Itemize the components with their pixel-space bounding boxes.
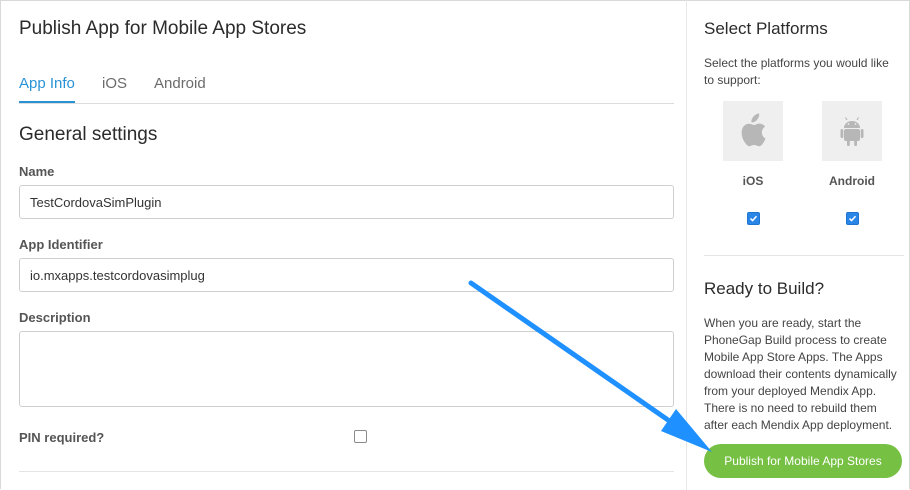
- ios-platform-checkbox[interactable]: [747, 212, 760, 225]
- android-platform-checkbox[interactable]: [846, 212, 859, 225]
- app-identifier-label: App Identifier: [19, 237, 103, 252]
- name-field[interactable]: [19, 185, 674, 219]
- tab-ios[interactable]: iOS: [102, 75, 127, 103]
- panel-separator: [686, 0, 687, 490]
- checkmark-icon: [749, 215, 758, 222]
- android-icon: [840, 117, 864, 146]
- ready-to-build-description: When you are ready, start the PhoneGap B…: [704, 316, 897, 432]
- ios-platform-tile[interactable]: [723, 101, 783, 161]
- ready-to-build-title: Ready to Build?: [704, 279, 825, 298]
- page-title: Publish App for Mobile App Stores: [19, 18, 307, 39]
- tab-app-info[interactable]: App Info: [19, 75, 75, 103]
- apple-icon: [741, 113, 766, 147]
- description-field[interactable]: [19, 331, 674, 407]
- publish-button[interactable]: Publish for Mobile App Stores: [704, 444, 902, 478]
- pin-required-checkbox[interactable]: [354, 430, 367, 443]
- pin-required-label: PIN required?: [19, 430, 105, 445]
- select-platforms-title: Select Platforms: [704, 19, 828, 38]
- ios-platform-label: iOS: [742, 174, 764, 188]
- android-platform-tile[interactable]: [822, 101, 882, 161]
- android-platform-label: Android: [829, 174, 875, 188]
- app-identifier-field[interactable]: [19, 258, 674, 292]
- section-title: General settings: [19, 124, 158, 145]
- name-label: Name: [19, 164, 55, 179]
- select-platforms-description: Select the platforms you would like to s…: [704, 56, 889, 87]
- checkmark-icon: [848, 215, 857, 222]
- build-divider: [704, 255, 904, 256]
- tab-bar: App Info iOS Android: [19, 75, 674, 104]
- tab-android[interactable]: Android: [154, 75, 206, 103]
- section-divider: [19, 471, 674, 472]
- description-label: Description: [19, 310, 91, 325]
